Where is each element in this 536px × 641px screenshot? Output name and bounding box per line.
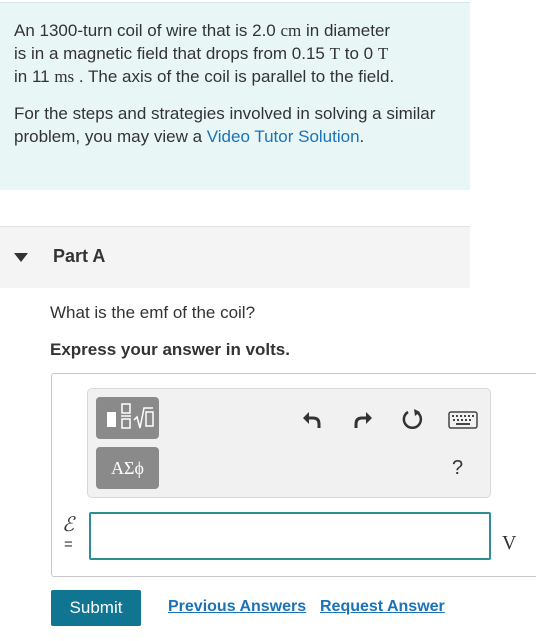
video-tutor-link[interactable]: Video Tutor Solution [207, 127, 360, 146]
keyboard-icon[interactable] [448, 411, 478, 429]
greek-symbols-button[interactable]: ΑΣϕ [96, 447, 159, 489]
help-text: For the steps and strategies involved in… [14, 102, 456, 148]
previous-answers-link[interactable]: Previous Answers [168, 598, 306, 616]
help-text-segment: . [359, 127, 365, 146]
unit-tesla: T [377, 44, 389, 63]
problem-text-segment: in 11 [14, 67, 55, 86]
part-a-header[interactable]: Part A [0, 226, 470, 288]
answer-variable: ℰ [62, 514, 75, 536]
instruction-text: Express your answer in volts. [50, 340, 290, 359]
answer-input[interactable] [89, 512, 491, 560]
problem-text-segment: to 0 [340, 44, 378, 63]
problem-text-segment: An 1300-turn coil of wire that is 2.0 [14, 21, 281, 40]
question-text: What is the emf of the coil? [50, 303, 256, 322]
help-button[interactable]: ? [452, 457, 463, 480]
redo-icon[interactable] [352, 409, 374, 431]
collapse-caret-icon[interactable] [14, 253, 28, 262]
equals-sign: = [64, 536, 73, 553]
problem-text: An 1300-turn coil of wire that is 2.0 cm… [14, 19, 456, 88]
fraction-sqrt-template-icon [107, 403, 154, 429]
math-toolbar: ΑΣϕ ? [87, 388, 491, 498]
unit-cm: cm [280, 21, 302, 40]
undo-icon[interactable] [301, 409, 323, 431]
submit-button[interactable]: Submit [51, 590, 141, 626]
problem-text-segment: is in a magnetic field that drops from 0… [14, 44, 330, 63]
request-answer-link[interactable]: Request Answer [320, 598, 445, 616]
unit-tesla: T [329, 44, 340, 63]
problem-statement: An 1300-turn coil of wire that is 2.0 cm… [0, 2, 470, 190]
reset-icon[interactable] [401, 407, 425, 431]
part-label: Part A [53, 246, 106, 266]
greek-label: ΑΣϕ [111, 458, 144, 478]
problem-text-segment: in diameter [301, 21, 391, 40]
answer-unit: V [502, 532, 517, 554]
problem-text-segment: . The axis of the coil is parallel to th… [74, 67, 395, 86]
unit-ms: ms [54, 67, 75, 86]
template-button[interactable] [96, 397, 159, 439]
